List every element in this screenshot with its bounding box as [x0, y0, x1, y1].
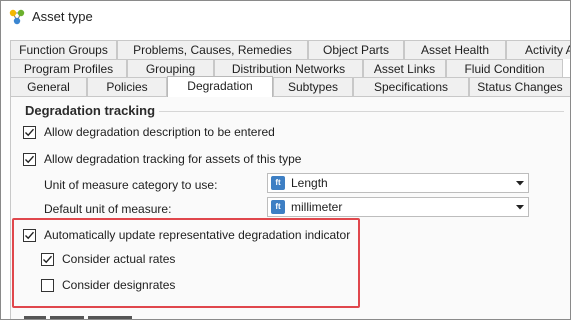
uom-category-value: Length: [291, 176, 328, 190]
auto-update-checkbox-row[interactable]: Automatically update representative degr…: [23, 226, 350, 244]
tab-asset-links[interactable]: Asset Links: [363, 59, 446, 78]
checkmark-icon: [25, 128, 35, 136]
tab-row-1: Function Groups Problems, Causes, Remedi…: [10, 40, 571, 59]
chevron-down-icon[interactable]: [512, 174, 528, 192]
allow-tracking-checkbox[interactable]: [23, 152, 36, 166]
consider-design-checkbox[interactable]: [41, 278, 54, 292]
allow-tracking-checkbox-row[interactable]: Allow degradation tracking for assets of…: [23, 150, 301, 168]
default-uom-dropdown[interactable]: ft millimeter: [267, 197, 529, 217]
ruler-unit-icon: ft: [271, 200, 285, 214]
title-bar: Asset type: [0, 0, 571, 34]
default-uom-label: Default unit of measure:: [44, 202, 172, 216]
consider-design-checkbox-row[interactable]: Consider designrates: [41, 276, 175, 294]
allow-tracking-label: Allow degradation tracking for assets of…: [44, 152, 302, 166]
tab-asset-health[interactable]: Asset Health: [404, 40, 506, 59]
section-title: Degradation tracking: [25, 103, 156, 118]
tab-row-2: Program Profiles Grouping Distribution N…: [10, 59, 563, 78]
tab-policies[interactable]: Policies: [87, 77, 167, 96]
asset-type-icon: [9, 9, 25, 25]
uom-category-dropdown[interactable]: ft Length: [267, 173, 529, 193]
section-divider: [159, 111, 564, 112]
tab-degradation[interactable]: Degradation: [167, 76, 273, 97]
uom-category-label: Unit of measure category to use:: [44, 178, 218, 192]
tab-problems-causes-remedies[interactable]: Problems, Causes, Remedies: [117, 40, 308, 59]
consider-actual-label: Consider actual rates: [62, 252, 176, 266]
tab-program-profiles[interactable]: Program Profiles: [10, 59, 127, 78]
checkmark-icon: [25, 155, 35, 163]
tab-strip: Function Groups Problems, Causes, Remedi…: [0, 38, 571, 97]
allow-description-checkbox[interactable]: [23, 125, 36, 139]
next-section-title-cutoff: [24, 316, 132, 319]
auto-update-checkbox[interactable]: [23, 228, 36, 242]
chevron-down-icon[interactable]: [512, 198, 528, 216]
tab-row-3: General Policies Degradation Subtypes Sp…: [10, 76, 571, 97]
tab-function-groups[interactable]: Function Groups: [10, 40, 117, 59]
tab-activity[interactable]: Activity A: [506, 40, 571, 59]
allow-description-checkbox-row[interactable]: Allow degradation description to be ente…: [23, 123, 275, 141]
ruler-unit-icon: ft: [271, 176, 285, 190]
checkmark-icon: [43, 255, 53, 263]
degradation-panel: Degradation tracking Allow degradation d…: [10, 96, 571, 320]
tab-fluid-condition[interactable]: Fluid Condition: [446, 59, 563, 78]
checkmark-icon: [25, 231, 35, 239]
auto-update-label: Automatically update representative degr…: [44, 228, 351, 242]
tab-status-changes[interactable]: Status Changes: [469, 77, 571, 96]
default-uom-value: millimeter: [291, 200, 343, 214]
consider-design-label: Consider designrates: [62, 278, 176, 292]
tab-subtypes[interactable]: Subtypes: [273, 77, 353, 96]
consider-actual-checkbox-row[interactable]: Consider actual rates: [41, 250, 175, 268]
tab-object-parts[interactable]: Object Parts: [308, 40, 404, 59]
tab-general[interactable]: General: [10, 77, 87, 96]
allow-description-label: Allow degradation description to be ente…: [44, 125, 275, 139]
tab-specifications[interactable]: Specifications: [353, 77, 469, 96]
consider-actual-checkbox[interactable]: [41, 252, 54, 266]
window-title: Asset type: [32, 9, 93, 24]
